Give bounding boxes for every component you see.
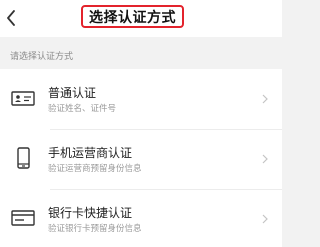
chevron-right-icon (262, 154, 268, 164)
auth-method-list: 普通认证 验证姓名、证件号 手机运营商认证 验证运营商预留身份信息 银行卡快捷认… (0, 69, 282, 247)
title-highlight-box: 选择认证方式 (81, 5, 184, 28)
back-button[interactable] (0, 0, 30, 37)
id-card-icon (11, 91, 35, 106)
auth-method-mobile-carrier[interactable]: 手机运营商认证 验证运营商预留身份信息 (0, 129, 282, 189)
item-title: 普通认证 (48, 86, 97, 100)
mobile-phone-icon (17, 147, 30, 169)
page: 选择认证方式 请选择认证方式 普通认证 验证姓名、证件号 手机运营商认证 验证运… (0, 0, 282, 247)
item-subtitle: 验证银行卡预留身份信息 (48, 224, 142, 234)
item-subtitle: 验证姓名、证件号 (48, 104, 117, 114)
chevron-left-icon (7, 10, 15, 26)
chevron-right-icon (262, 94, 268, 104)
nav-bar: 选择认证方式 (0, 0, 282, 37)
item-title: 银行卡快捷认证 (48, 206, 133, 220)
item-subtitle: 验证运营商预留身份信息 (48, 164, 142, 174)
auth-method-normal[interactable]: 普通认证 验证姓名、证件号 (0, 69, 282, 129)
chevron-right-icon (262, 214, 268, 224)
page-title: 选择认证方式 (89, 9, 176, 26)
auth-method-bank-card[interactable]: 银行卡快捷认证 验证银行卡预留身份信息 (0, 189, 282, 247)
bank-card-icon (11, 210, 35, 226)
section-hint: 请选择认证方式 (10, 52, 74, 62)
item-title: 手机运营商认证 (48, 146, 133, 160)
